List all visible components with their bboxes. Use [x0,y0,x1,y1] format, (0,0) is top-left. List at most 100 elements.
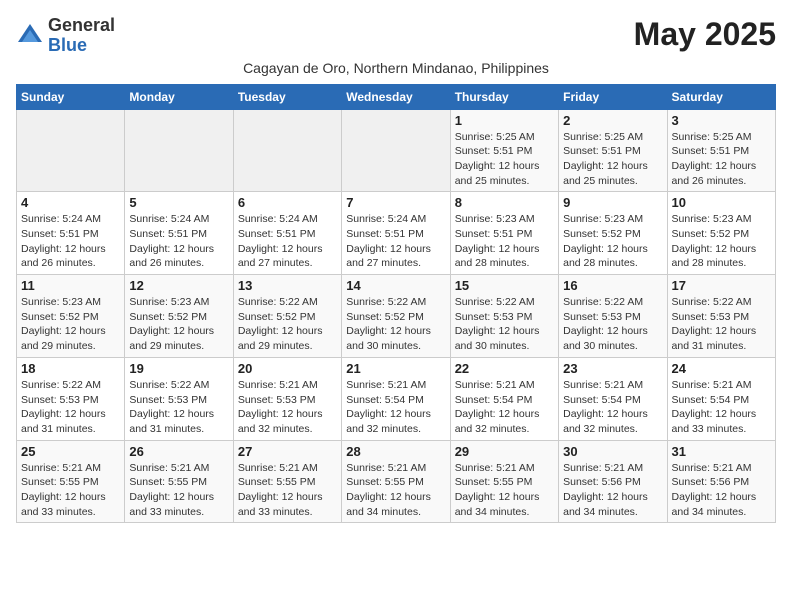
calendar-cell: 4Sunrise: 5:24 AM Sunset: 5:51 PM Daylig… [17,192,125,275]
col-saturday: Saturday [667,84,775,109]
day-number: 21 [346,361,445,376]
day-number: 18 [21,361,120,376]
calendar-cell [233,109,341,192]
day-info: Sunrise: 5:25 AM Sunset: 5:51 PM Dayligh… [672,130,771,189]
calendar-week-5: 25 Sunrise: 5:21 AM Sunset: 5:55 PM Dayli… [17,440,776,523]
day-number: 5 [129,195,228,210]
col-friday: Friday [559,84,667,109]
day-info: Sunrise: 5:21 AM Sunset: 5:55 PM Dayligh… [238,461,337,520]
calendar-cell: 14Sunrise: 5:22 AM Sunset: 5:52 PM Dayli… [342,275,450,358]
day-info: Sunrise: 5:23 AM Sunset: 5:52 PM Dayligh… [129,295,228,354]
day-info: Sunrise: 5:24 AM Sunset: 5:51 PM Dayligh… [346,212,445,271]
day-info: Sunrise: 5:22 AM Sunset: 5:53 PM Dayligh… [455,295,554,354]
day-info: Sunrise: 5:21 AM Sunset: 5:56 PM Dayligh… [563,461,662,520]
day-number: 27 [238,444,337,459]
col-wednesday: Wednesday [342,84,450,109]
day-info: Sunrise: 5:21 AM Sunset: 5:55 PM Dayligh… [455,461,554,520]
day-number: 3 [672,113,771,128]
logo-general-text: General [48,15,115,35]
calendar-cell: 8 Sunrise: 5:23 AM Sunset: 5:51 PM Daylig… [450,192,558,275]
calendar-cell: 29 Sunrise: 5:21 AM Sunset: 5:55 PM Dayli… [450,440,558,523]
day-info: Sunrise: 5:21 AM Sunset: 5:54 PM Dayligh… [672,378,771,437]
day-number: 6 [238,195,337,210]
day-info: Sunrise: 5:24 AM Sunset: 5:51 PM Dayligh… [238,212,337,271]
day-info: Sunrise: 5:22 AM Sunset: 5:53 PM Dayligh… [21,378,120,437]
calendar-table: Sunday Monday Tuesday Wednesday Thursday… [16,84,776,524]
day-number: 7 [346,195,445,210]
calendar-cell: 1Sunrise: 5:25 AM Sunset: 5:51 PM Daylig… [450,109,558,192]
day-info: Sunrise: 5:21 AM Sunset: 5:54 PM Dayligh… [455,378,554,437]
day-info: Sunrise: 5:21 AM Sunset: 5:54 PM Dayligh… [563,378,662,437]
calendar-cell: 24Sunrise: 5:21 AM Sunset: 5:54 PM Dayli… [667,357,775,440]
day-number: 13 [238,278,337,293]
day-info: Sunrise: 5:21 AM Sunset: 5:56 PM Dayligh… [672,461,771,520]
calendar-cell: 18 Sunrise: 5:22 AM Sunset: 5:53 PM Dayli… [17,357,125,440]
col-tuesday: Tuesday [233,84,341,109]
page-subtitle: Cagayan de Oro, Northern Mindanao, Phili… [16,60,776,76]
day-number: 30 [563,444,662,459]
logo-blue-text: Blue [48,35,87,55]
day-info: Sunrise: 5:25 AM Sunset: 5:51 PM Dayligh… [563,130,662,189]
day-info: Sunrise: 5:24 AM Sunset: 5:51 PM Dayligh… [21,212,120,271]
day-info: Sunrise: 5:23 AM Sunset: 5:52 PM Dayligh… [21,295,120,354]
col-sunday: Sunday [17,84,125,109]
day-info: Sunrise: 5:21 AM Sunset: 5:55 PM Dayligh… [129,461,228,520]
calendar-cell: 3 Sunrise: 5:25 AM Sunset: 5:51 PM Daylig… [667,109,775,192]
day-number: 29 [455,444,554,459]
day-number: 8 [455,195,554,210]
calendar-body: 1Sunrise: 5:25 AM Sunset: 5:51 PM Daylig… [17,109,776,523]
calendar-cell: 23Sunrise: 5:21 AM Sunset: 5:54 PM Dayli… [559,357,667,440]
calendar-cell: 2 Sunrise: 5:25 AM Sunset: 5:51 PM Daylig… [559,109,667,192]
day-info: Sunrise: 5:21 AM Sunset: 5:53 PM Dayligh… [238,378,337,437]
calendar-week-4: 18 Sunrise: 5:22 AM Sunset: 5:53 PM Dayli… [17,357,776,440]
calendar-week-3: 11 Sunrise: 5:23 AM Sunset: 5:52 PM Dayli… [17,275,776,358]
day-number: 10 [672,195,771,210]
calendar-cell: 25 Sunrise: 5:21 AM Sunset: 5:55 PM Dayli… [17,440,125,523]
day-info: Sunrise: 5:22 AM Sunset: 5:53 PM Dayligh… [563,295,662,354]
calendar-cell: 12Sunrise: 5:23 AM Sunset: 5:52 PM Dayli… [125,275,233,358]
day-number: 11 [21,278,120,293]
day-number: 15 [455,278,554,293]
calendar-cell: 21 Sunrise: 5:21 AM Sunset: 5:54 PM Dayli… [342,357,450,440]
calendar-cell: 19Sunrise: 5:22 AM Sunset: 5:53 PM Dayli… [125,357,233,440]
page-title: May 2025 [634,16,776,53]
day-info: Sunrise: 5:21 AM Sunset: 5:55 PM Dayligh… [21,461,120,520]
day-info: Sunrise: 5:22 AM Sunset: 5:53 PM Dayligh… [129,378,228,437]
day-number: 9 [563,195,662,210]
day-info: Sunrise: 5:23 AM Sunset: 5:52 PM Dayligh… [672,212,771,271]
day-info: Sunrise: 5:25 AM Sunset: 5:51 PM Dayligh… [455,130,554,189]
day-number: 14 [346,278,445,293]
calendar-header: Sunday Monday Tuesday Wednesday Thursday… [17,84,776,109]
calendar-cell: 11 Sunrise: 5:23 AM Sunset: 5:52 PM Dayli… [17,275,125,358]
day-number: 31 [672,444,771,459]
day-info: Sunrise: 5:22 AM Sunset: 5:53 PM Dayligh… [672,295,771,354]
day-number: 26 [129,444,228,459]
day-number: 2 [563,113,662,128]
header-row: Sunday Monday Tuesday Wednesday Thursday… [17,84,776,109]
col-thursday: Thursday [450,84,558,109]
day-number: 17 [672,278,771,293]
calendar-cell: 17 Sunrise: 5:22 AM Sunset: 5:53 PM Dayli… [667,275,775,358]
page-header: General Blue May 2025 [16,16,776,56]
calendar-cell: 7 Sunrise: 5:24 AM Sunset: 5:51 PM Daylig… [342,192,450,275]
day-number: 28 [346,444,445,459]
calendar-cell: 13 Sunrise: 5:22 AM Sunset: 5:52 PM Dayli… [233,275,341,358]
calendar-cell: 16 Sunrise: 5:22 AM Sunset: 5:53 PM Dayli… [559,275,667,358]
day-info: Sunrise: 5:21 AM Sunset: 5:54 PM Dayligh… [346,378,445,437]
calendar-cell: 20 Sunrise: 5:21 AM Sunset: 5:53 PM Dayli… [233,357,341,440]
calendar-cell: 15 Sunrise: 5:22 AM Sunset: 5:53 PM Dayli… [450,275,558,358]
day-number: 25 [21,444,120,459]
calendar-cell [342,109,450,192]
logo-icon [16,22,44,50]
day-info: Sunrise: 5:21 AM Sunset: 5:55 PM Dayligh… [346,461,445,520]
day-number: 16 [563,278,662,293]
calendar-cell: 28 Sunrise: 5:21 AM Sunset: 5:55 PM Dayli… [342,440,450,523]
calendar-cell: 9Sunrise: 5:23 AM Sunset: 5:52 PM Daylig… [559,192,667,275]
calendar-cell [125,109,233,192]
day-info: Sunrise: 5:23 AM Sunset: 5:51 PM Dayligh… [455,212,554,271]
day-number: 20 [238,361,337,376]
calendar-cell: 22 Sunrise: 5:21 AM Sunset: 5:54 PM Dayli… [450,357,558,440]
day-number: 22 [455,361,554,376]
day-info: Sunrise: 5:22 AM Sunset: 5:52 PM Dayligh… [238,295,337,354]
calendar-cell: 5Sunrise: 5:24 AM Sunset: 5:51 PM Daylig… [125,192,233,275]
